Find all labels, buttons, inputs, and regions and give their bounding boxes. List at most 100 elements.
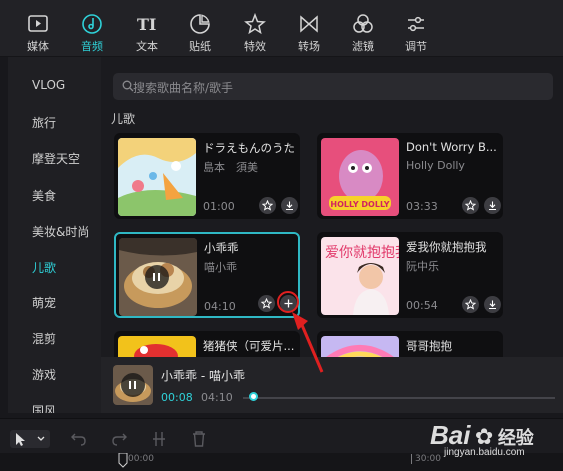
tool-media[interactable]: 媒体 [14,12,62,54]
album-cover: 爱你就抱抱我 [321,237,399,315]
tool-filter-label: 滤镜 [352,40,374,53]
download-icon [489,300,496,310]
favorite-button[interactable] [462,296,479,313]
tool-filter[interactable]: 滤镜 [339,12,387,54]
cover-text: 爱你就抱抱我 [325,245,399,261]
tool-media-label: 媒体 [27,40,49,53]
tool-sticker-label: 贴纸 [189,40,211,53]
download-button[interactable] [484,296,501,313]
search-placeholder: 搜索歌曲名称/歌手 [133,81,234,95]
tool-transition-label: 转场 [298,40,320,53]
download-icon [286,201,293,211]
tool-audio[interactable]: 音频 [68,12,116,54]
now-playing-title: 小乖乖 - 喵小乖 [161,369,245,383]
paw-icon: ✿ [474,424,494,449]
cover-text: HOLLY DOLLY [330,200,389,209]
undo-icon[interactable] [70,430,88,448]
watermark-brand: Bai [430,420,471,450]
redo-icon[interactable] [110,430,128,448]
ruler-tick-label: 00:00 [128,454,154,464]
tool-transition[interactable]: 转场 [285,12,333,54]
album-cover: HOLLY DOLLY [321,138,399,216]
tool-sticker[interactable]: 贴纸 [176,12,224,54]
favorite-button[interactable] [259,197,276,214]
split-icon[interactable] [150,430,168,448]
sidebar-item-modern-sky[interactable]: 摩登天空 [32,150,80,167]
baidu-watermark: Bai ✿ 经验 jingyan.baidu.com [430,420,534,458]
select-tool-icon[interactable] [10,430,50,448]
favorite-button[interactable] [462,197,479,214]
download-button[interactable] [484,197,501,214]
top-toolbar: 媒体 音频 TI 文本 贴纸 特效 转场 滤镜 调节 [0,0,563,57]
sidebar-item-mix[interactable]: 混剪 [32,330,56,347]
tool-text-label: 文本 [136,40,158,53]
song-title: Don't Worry B... [406,140,497,154]
music-card[interactable]: ドラえもんのうた 島本 須美 01:00 [114,133,300,219]
now-playing-pause-button[interactable] [121,373,145,397]
pause-button[interactable] [145,265,169,289]
tool-adjust-label: 调节 [405,40,427,53]
song-duration: 00:54 [406,299,438,312]
song-artist: Holly Dolly [406,159,465,172]
music-card[interactable]: 爱你就抱抱我 爱我你就抱抱我 阮中乐 00:54 [317,232,503,318]
song-title: 爱我你就抱抱我 [406,240,487,254]
download-button[interactable] [281,197,298,214]
delete-icon[interactable] [190,430,208,448]
effects-icon [244,12,266,35]
star-icon [465,299,476,310]
total-time: 04:10 [201,391,233,404]
annotation-arrow [292,312,324,373]
sidebar-item-beauty[interactable]: 美妆&时尚 [32,223,89,240]
watermark-url: jingyan.baidu.com [444,447,525,458]
tool-effects[interactable]: 特效 [231,12,279,54]
star-icon [465,200,476,211]
adjust-icon [408,16,424,32]
sidebar-item-vlog[interactable]: VLOG [32,78,65,92]
music-card[interactable]: HOLLY DOLLY Don't Worry B... Holly Dolly… [317,133,503,219]
transition-icon [300,15,318,33]
song-duration: 03:33 [406,200,438,213]
progress-track[interactable] [243,397,555,399]
song-title: 哥哥抱抱 [406,339,452,353]
sidebar-item-kids-songs[interactable]: 儿歌 [32,259,56,276]
song-artist: 喵小乖 [204,261,237,274]
tool-adjust[interactable]: 调节 [392,12,440,54]
song-title: 小乖乖 [204,241,239,255]
favorite-button[interactable] [258,295,275,312]
song-duration: 01:00 [203,200,235,213]
song-title: 猪猪侠（可爱片... [203,339,295,353]
song-title: ドラえもんのうた [203,141,295,155]
star-icon [262,200,273,211]
song-artist: 島本 須美 [203,161,258,174]
tool-effects-label: 特效 [244,40,266,53]
song-artist: 阮中乐 [406,260,439,273]
watermark-suffix: 经验 [497,428,534,448]
tool-text[interactable]: TI 文本 [123,12,171,54]
search-input[interactable]: 搜索歌曲名称/歌手 [113,73,553,100]
sidebar-item-food[interactable]: 美食 [32,187,56,204]
sidebar-item-guofeng[interactable]: 国风 [32,402,56,413]
sidebar-item-pets[interactable]: 萌宠 [32,294,56,311]
song-duration: 04:10 [204,300,236,313]
sticker-icon [190,14,210,34]
sidebar-item-games[interactable]: 游戏 [32,366,56,383]
category-sidebar: VLOG 旅行 摩登天空 美食 美妆&时尚 儿歌 萌宠 混剪 游戏 国风 [8,57,101,413]
now-playing-bar: 小乖乖 - 喵小乖 00:08 04:10 [101,357,563,413]
sidebar-item-travel[interactable]: 旅行 [32,114,56,131]
download-icon [489,201,496,211]
album-cover [119,238,197,316]
current-time: 00:08 [161,391,193,404]
audio-icon [82,14,102,34]
progress-handle[interactable] [249,392,258,401]
star-icon [261,298,272,309]
filter-icon [353,14,373,33]
text-icon: TI [137,15,156,34]
playhead-icon [118,453,128,468]
section-title: 儿歌 [111,112,136,126]
svg-text:TI: TI [137,15,156,34]
now-playing-cover [113,365,153,405]
music-card-selected[interactable]: 小乖乖 喵小乖 04:10 [114,232,300,318]
tool-audio-label: 音频 [81,40,103,53]
album-cover [118,138,196,216]
media-icon [28,15,48,32]
